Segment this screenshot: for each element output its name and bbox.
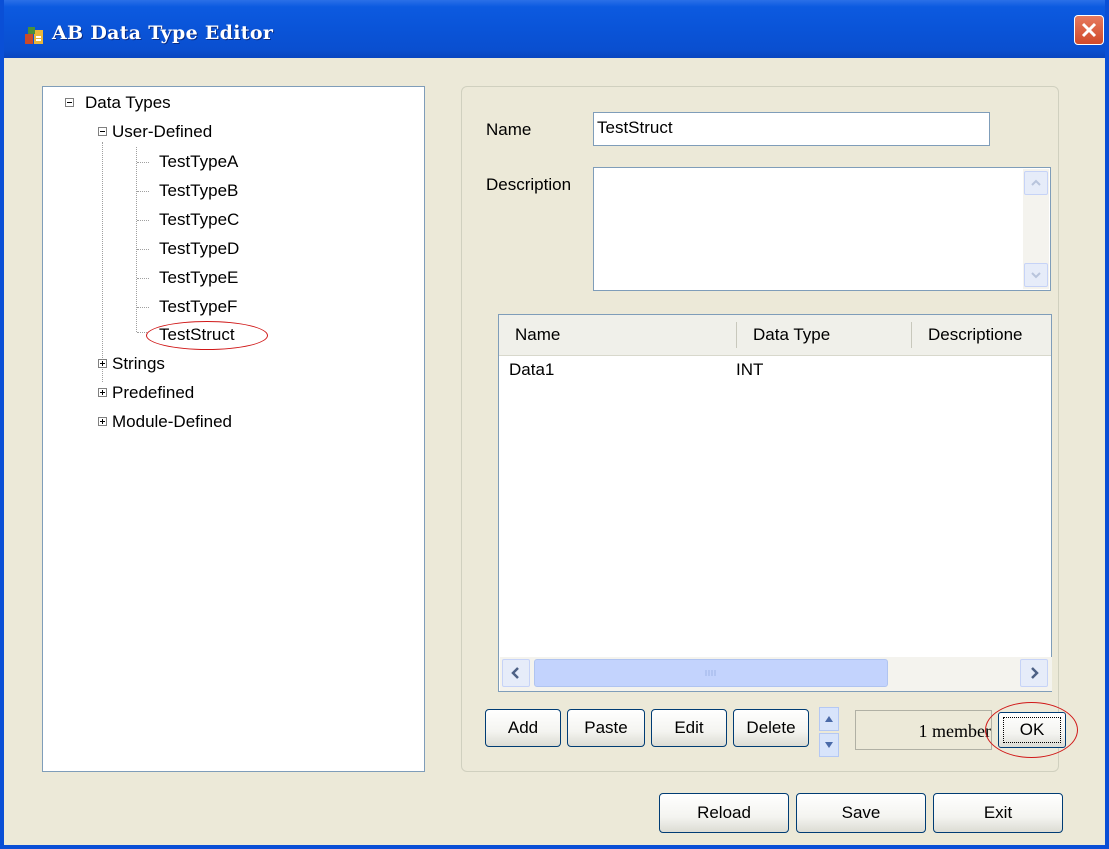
- tree-guide-line: [137, 220, 149, 221]
- window-title: AB Data Type Editor: [52, 22, 274, 44]
- description-textarea[interactable]: [593, 167, 1051, 291]
- reload-button[interactable]: Reload: [659, 793, 789, 833]
- description-scrollbar[interactable]: [1023, 169, 1049, 289]
- tree-guide-line: [136, 147, 137, 332]
- tree-node-module-defined[interactable]: Module-Defined: [112, 412, 232, 432]
- tree-node-predefined[interactable]: Predefined: [112, 383, 194, 403]
- scroll-thumb[interactable]: [534, 659, 888, 687]
- tree-node-user-defined[interactable]: User-Defined: [112, 122, 212, 142]
- name-input[interactable]: TestStruct: [593, 112, 990, 146]
- expand-toggle-icon[interactable]: [98, 388, 107, 397]
- tree-node-type[interactable]: TestTypeD: [159, 239, 239, 259]
- tree-guide-line: [137, 249, 149, 250]
- grip-icon: [705, 670, 716, 676]
- name-label: Name: [486, 120, 532, 139]
- chevron-down-icon: [1031, 272, 1041, 279]
- collapse-toggle-icon[interactable]: [65, 98, 74, 107]
- tree-node-data-types[interactable]: Data Types: [85, 93, 171, 113]
- tree-node-type[interactable]: TestTypeE: [159, 268, 238, 288]
- tree-node-strings[interactable]: Strings: [112, 354, 165, 374]
- table-header: Name Data Type Descriptione: [499, 315, 1051, 356]
- cell-member-data-type: INT: [736, 360, 764, 379]
- paste-member-button[interactable]: Paste: [567, 709, 645, 747]
- member-count-box: 1 member: [855, 710, 992, 750]
- title-bar: AB Data Type Editor: [4, 0, 1105, 58]
- scroll-right-button[interactable]: [1020, 659, 1048, 687]
- scroll-left-button[interactable]: [502, 659, 530, 687]
- collapse-toggle-icon[interactable]: [98, 127, 107, 136]
- tree-guide-line: [137, 191, 149, 192]
- tree-guide-line: [137, 162, 149, 163]
- move-up-button[interactable]: [819, 707, 839, 731]
- app-icon: [24, 25, 44, 45]
- move-down-button[interactable]: [819, 733, 839, 757]
- tree-guide-line: [102, 142, 103, 382]
- tree-node-type[interactable]: TestTypeA: [159, 152, 238, 172]
- data-type-editor-window: AB Data Type Editor Data Types User-Defi…: [0, 0, 1109, 849]
- tree-guide-line: [137, 307, 149, 308]
- exit-button[interactable]: Exit: [933, 793, 1063, 833]
- column-header-data-type[interactable]: Data Type: [737, 315, 911, 355]
- chevron-right-icon: [1031, 667, 1039, 679]
- scroll-up-button[interactable]: [1024, 171, 1048, 195]
- annotation-circle: [146, 321, 268, 350]
- tree-guide-line: [137, 278, 149, 279]
- arrow-up-icon: [825, 716, 833, 722]
- column-header-name[interactable]: Name: [499, 315, 736, 355]
- arrow-down-icon: [825, 742, 833, 748]
- member-count-text: 1 member: [918, 721, 991, 741]
- chevron-left-icon: [511, 667, 519, 679]
- close-button[interactable]: [1074, 15, 1104, 45]
- expand-toggle-icon[interactable]: [98, 417, 107, 426]
- annotation-circle: [985, 702, 1078, 758]
- chevron-up-icon: [1031, 179, 1041, 186]
- tree-node-type[interactable]: TestTypeC: [159, 210, 239, 230]
- tree-node-type[interactable]: TestTypeB: [159, 181, 238, 201]
- add-member-button[interactable]: Add: [485, 709, 561, 747]
- expand-toggle-icon[interactable]: [98, 359, 107, 368]
- column-header-description[interactable]: Descriptione: [912, 315, 1051, 355]
- description-label: Description: [486, 175, 572, 194]
- edit-member-button[interactable]: Edit: [651, 709, 727, 747]
- tree-node-type[interactable]: TestTypeF: [159, 297, 237, 317]
- reorder-spinner[interactable]: [819, 707, 839, 757]
- cell-member-name: Data1: [509, 360, 555, 379]
- close-icon: [1081, 22, 1097, 38]
- delete-member-button[interactable]: Delete: [733, 709, 809, 747]
- data-type-tree[interactable]: Data Types User-Defined TestTypeA TestTy…: [42, 86, 425, 772]
- horizontal-scrollbar[interactable]: [500, 657, 1052, 691]
- scroll-down-button[interactable]: [1024, 263, 1048, 287]
- save-button[interactable]: Save: [796, 793, 926, 833]
- members-table[interactable]: Name Data Type Descriptione Data1 INT: [498, 314, 1052, 692]
